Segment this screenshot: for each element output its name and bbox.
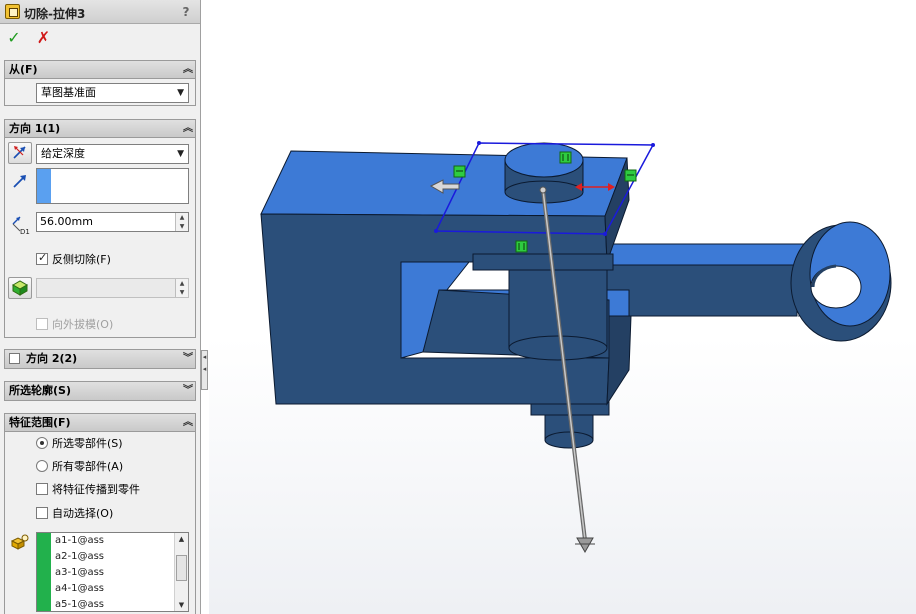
checkbox-icon bbox=[36, 318, 48, 330]
end-condition-value: 给定深度 bbox=[41, 147, 85, 160]
list-item[interactable]: a5-1@ass bbox=[53, 597, 174, 611]
start-condition-value: 草图基准面 bbox=[41, 86, 96, 99]
collapse-panel-handle[interactable]: ◂ ◂ bbox=[201, 350, 208, 390]
end-condition-select[interactable]: 给定深度 ▼ bbox=[36, 144, 189, 164]
graphics-area[interactable] bbox=[209, 0, 916, 614]
draft-angle-input[interactable]: ▲ ▼ bbox=[36, 278, 189, 298]
flip-side-cut-label: 反侧切除(F) bbox=[52, 253, 111, 266]
propagate-label: 将特征传播到零件 bbox=[52, 483, 140, 496]
draft-outward-checkbox[interactable]: 向外拔模(O) bbox=[36, 318, 113, 332]
plane-corner-handle[interactable] bbox=[651, 143, 655, 147]
draft-outward-label: 向外拔模(O) bbox=[52, 318, 114, 331]
list-item[interactable]: a4-1@ass bbox=[53, 581, 174, 597]
components-list[interactable]: a1-1@ass a2-1@ass a3-1@ass a4-1@ass a5-1… bbox=[36, 532, 189, 612]
direction2-checkbox[interactable] bbox=[9, 353, 20, 364]
plane-corner-handle[interactable] bbox=[603, 232, 607, 236]
plane-corner-handle[interactable] bbox=[477, 141, 481, 145]
from-group-title: 从(F) bbox=[9, 63, 38, 76]
list-item[interactable]: a1-1@ass bbox=[53, 533, 174, 549]
selected-contours-header[interactable]: 所选轮廓(S) ︾ bbox=[5, 382, 195, 400]
spinner-arrows-icon[interactable]: ▲ ▼ bbox=[175, 279, 188, 297]
direction2-group: 方向 2(2) ︾ bbox=[4, 349, 196, 369]
direction2-group-title: 方向 2(2) bbox=[26, 352, 78, 365]
selected-contours-title: 所选轮廓(S) bbox=[9, 384, 71, 397]
expand-icon[interactable]: ︾ bbox=[183, 382, 193, 400]
ok-cancel-row: ✓ ✗ bbox=[4, 28, 60, 50]
collapse-icon[interactable]: ︽ bbox=[183, 120, 193, 138]
svg-text:D1: D1 bbox=[20, 228, 30, 236]
scope-selected-components-radio[interactable]: 所选零部件(S) bbox=[36, 437, 123, 451]
components-items: a1-1@ass a2-1@ass a3-1@ass a4-1@ass a5-1… bbox=[53, 533, 174, 611]
scope-selected-label: 所选零部件(S) bbox=[52, 437, 123, 450]
expand-icon[interactable]: ︾ bbox=[183, 350, 193, 368]
spinner-arrows-icon[interactable]: ▲ ▼ bbox=[175, 213, 188, 231]
selected-contours-group: 所选轮廓(S) ︾ bbox=[4, 381, 196, 401]
auto-select-label: 自动选择(O) bbox=[52, 507, 114, 520]
panel-splitter[interactable]: ◂ ◂ bbox=[201, 0, 209, 614]
radio-selected-icon bbox=[36, 437, 48, 449]
components-icon bbox=[10, 534, 29, 550]
feature-scope-header[interactable]: 特征范围(F) ︽ bbox=[5, 414, 195, 432]
start-condition-select[interactable]: 草图基准面 ▼ bbox=[36, 83, 189, 103]
chevron-down-icon: ▼ bbox=[177, 149, 184, 159]
depth-value: 56.00mm bbox=[40, 215, 93, 228]
depth-icon: D1 bbox=[12, 216, 30, 236]
scroll-up-icon[interactable]: ▲ bbox=[175, 535, 188, 543]
scope-all-components-radio[interactable]: 所有零部件(A) bbox=[36, 460, 123, 474]
checkbox-icon bbox=[36, 507, 48, 519]
flip-side-cut-checkbox[interactable]: 反侧切除(F) bbox=[36, 251, 111, 267]
checkbox-icon bbox=[36, 483, 48, 495]
collapse-icon[interactable]: ︽ bbox=[183, 414, 193, 432]
chevron-down-icon: ▼ bbox=[177, 88, 184, 98]
selection-color-bar bbox=[37, 533, 51, 611]
reverse-direction-button[interactable] bbox=[8, 142, 32, 164]
draft-toggle-button[interactable] bbox=[8, 277, 32, 299]
from-group-header[interactable]: 从(F) ︽ bbox=[5, 61, 195, 79]
list-scrollbar[interactable]: ▲ ▼ bbox=[174, 533, 188, 611]
direction1-group: 方向 1(1) ︽ 给定深度 ▼ D1 56.00mm ▲ ▼ ✓反侧切除(F)… bbox=[4, 119, 196, 338]
feature-scope-group: 特征范围(F) ︽ 所选零部件(S) 所有零部件(A) 将特征传播到零件 自动选… bbox=[4, 413, 196, 614]
direction-reference-box[interactable] bbox=[36, 168, 189, 204]
cancel-button[interactable]: ✗ bbox=[34, 28, 54, 48]
direction2-group-header[interactable]: 方向 2(2) ︾ bbox=[5, 350, 195, 368]
draft-icon bbox=[11, 280, 29, 296]
sketch-relation-icon[interactable] bbox=[515, 240, 528, 253]
sketch-relation-icon[interactable] bbox=[559, 151, 572, 164]
from-group: 从(F) ︽ 草图基准面 ▼ bbox=[4, 60, 196, 106]
depth-input[interactable]: 56.00mm ▲ ▼ bbox=[36, 212, 189, 232]
model-view bbox=[260, 141, 892, 554]
ok-button[interactable]: ✓ bbox=[4, 28, 24, 48]
feature-title-bar: 切除-拉伸3 ? bbox=[0, 0, 200, 24]
reverse-direction-icon bbox=[13, 146, 26, 159]
radio-icon bbox=[36, 460, 48, 472]
list-item[interactable]: a2-1@ass bbox=[53, 549, 174, 565]
selection-color-bar bbox=[37, 169, 51, 203]
plane-corner-handle[interactable] bbox=[434, 229, 438, 233]
cut-extrude-icon bbox=[5, 4, 20, 19]
scrollbar-thumb[interactable] bbox=[176, 555, 187, 581]
direction1-group-header[interactable]: 方向 1(1) ︽ bbox=[5, 120, 195, 138]
help-icon[interactable]: ? bbox=[178, 4, 194, 20]
checkbox-checked-icon bbox=[36, 251, 48, 265]
property-manager: 切除-拉伸3 ? ✓ ✗ 从(F) ︽ 草图基准面 ▼ 方向 1(1) ︽ 给定… bbox=[0, 0, 201, 614]
direction-vector-icon bbox=[13, 175, 26, 188]
feature-title: 切除-拉伸3 bbox=[24, 7, 86, 21]
propagate-to-parts-checkbox[interactable]: 将特征传播到零件 bbox=[36, 483, 140, 497]
collapse-icon[interactable]: ︽ bbox=[183, 61, 193, 79]
auto-select-checkbox[interactable]: 自动选择(O) bbox=[36, 507, 113, 521]
list-item[interactable]: a3-1@ass bbox=[53, 565, 174, 581]
direction1-group-title: 方向 1(1) bbox=[9, 122, 61, 135]
scroll-down-icon[interactable]: ▼ bbox=[175, 601, 188, 609]
scope-all-label: 所有零部件(A) bbox=[52, 460, 124, 473]
feature-scope-title: 特征范围(F) bbox=[9, 416, 71, 429]
